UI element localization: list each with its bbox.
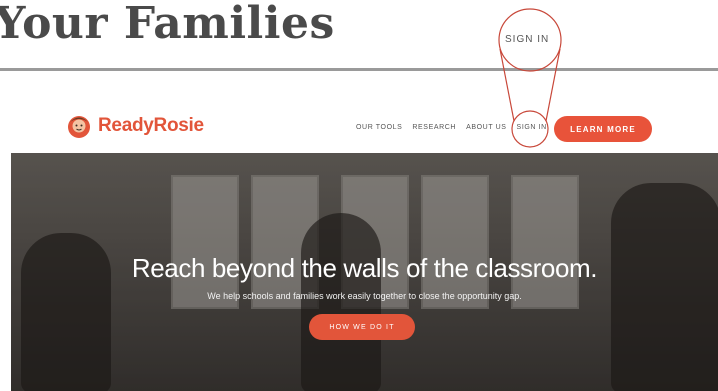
logo[interactable]: ReadyRosie [66,113,204,139]
nav-sign-in[interactable]: SIGN IN [517,124,547,131]
nav-research[interactable]: RESEARCH [412,124,456,131]
nav-links: OUR TOOLS RESEARCH ABOUT US SIGN IN [356,124,547,131]
site-nav: ReadyRosie OUR TOOLS RESEARCH ABOUT US S… [0,108,718,150]
hero-title: Reach beyond the walls of the classroom. [131,253,598,283]
zoomed-sign-in-label[interactable]: SIGN IN [505,34,549,45]
how-we-do-it-button[interactable]: HOW WE DO IT [309,314,415,340]
hero-banner: Reach beyond the walls of the classroom.… [11,153,718,391]
learn-more-button[interactable]: LEARN MORE [554,116,652,142]
logo-text: ReadyRosie [98,115,204,136]
readyrosie-logo-icon [66,113,92,139]
nav-our-tools[interactable]: OUR TOOLS [356,124,402,131]
nav-about-us[interactable]: ABOUT US [466,124,506,131]
page-title: Your Families [0,0,335,49]
divider [0,68,718,71]
hero-subtitle: We help schools and families work easily… [207,291,522,301]
